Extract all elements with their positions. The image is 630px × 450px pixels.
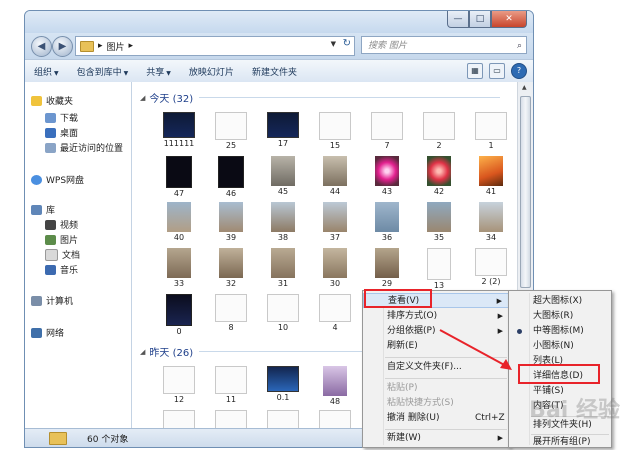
watermark: Bai 经验 bbox=[529, 398, 620, 423]
annotation-arrow bbox=[439, 329, 512, 370]
